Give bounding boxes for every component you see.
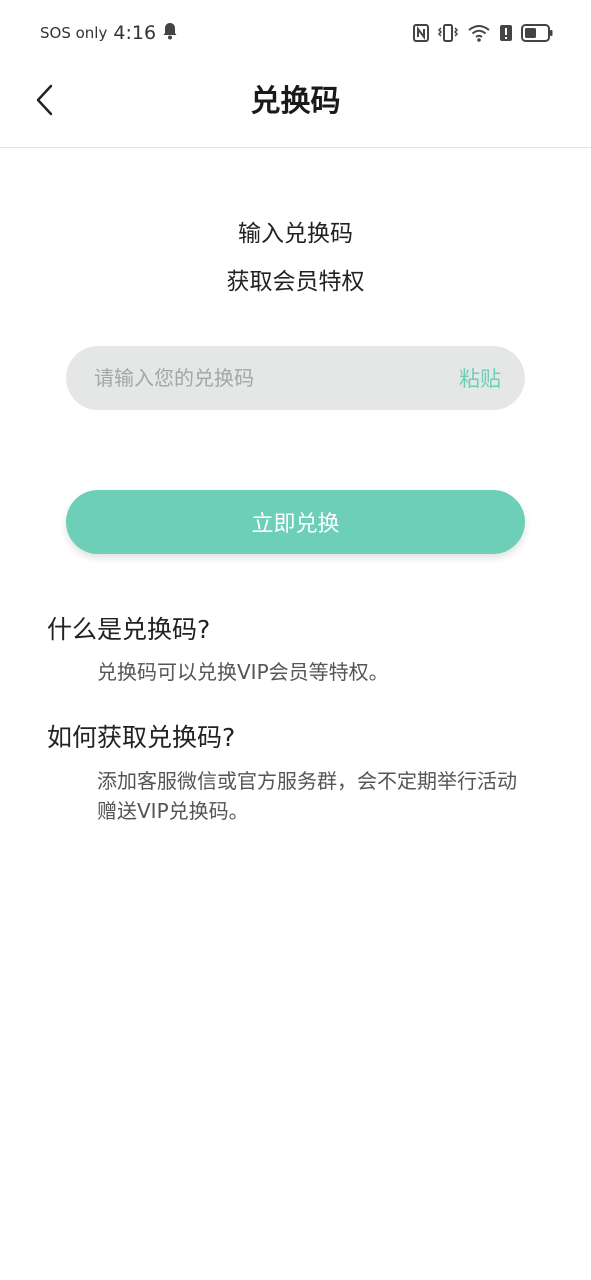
page-title: 兑换码: [250, 84, 341, 119]
status-left: SOS only 4:16: [40, 22, 178, 44]
vibrate-icon: [437, 24, 459, 42]
faq-question-2: 如何获取兑换码?: [47, 723, 236, 752]
intro-line-1: 输入兑换码: [238, 221, 353, 247]
faq-answer-1: 兑换码可以兑换VIP会员等特权。: [97, 660, 389, 684]
nav-bar: 兑换码: [0, 66, 591, 148]
status-time: 4:16: [113, 22, 157, 44]
battery-icon: [521, 24, 553, 42]
nfc-icon: [413, 24, 429, 42]
alert-icon: [499, 24, 513, 42]
code-input-container: 粘贴: [66, 346, 525, 410]
wifi-icon: [467, 23, 491, 43]
redeem-code-input[interactable]: [92, 365, 459, 391]
bell-icon: [162, 22, 178, 44]
faq-answer-2: 添加客服微信或官方服务群，会不定期举行活动赠送VIP兑换码。: [97, 769, 517, 823]
faq-question-1: 什么是兑换码?: [47, 615, 211, 644]
intro-line-2: 获取会员特权: [226, 269, 365, 295]
redeem-now-button[interactable]: 立即兑换: [66, 490, 525, 554]
carrier-text: SOS only: [40, 24, 108, 42]
status-right: [413, 23, 553, 43]
status-bar: SOS only 4:16: [0, 0, 591, 66]
paste-button[interactable]: 粘贴: [459, 363, 501, 393]
